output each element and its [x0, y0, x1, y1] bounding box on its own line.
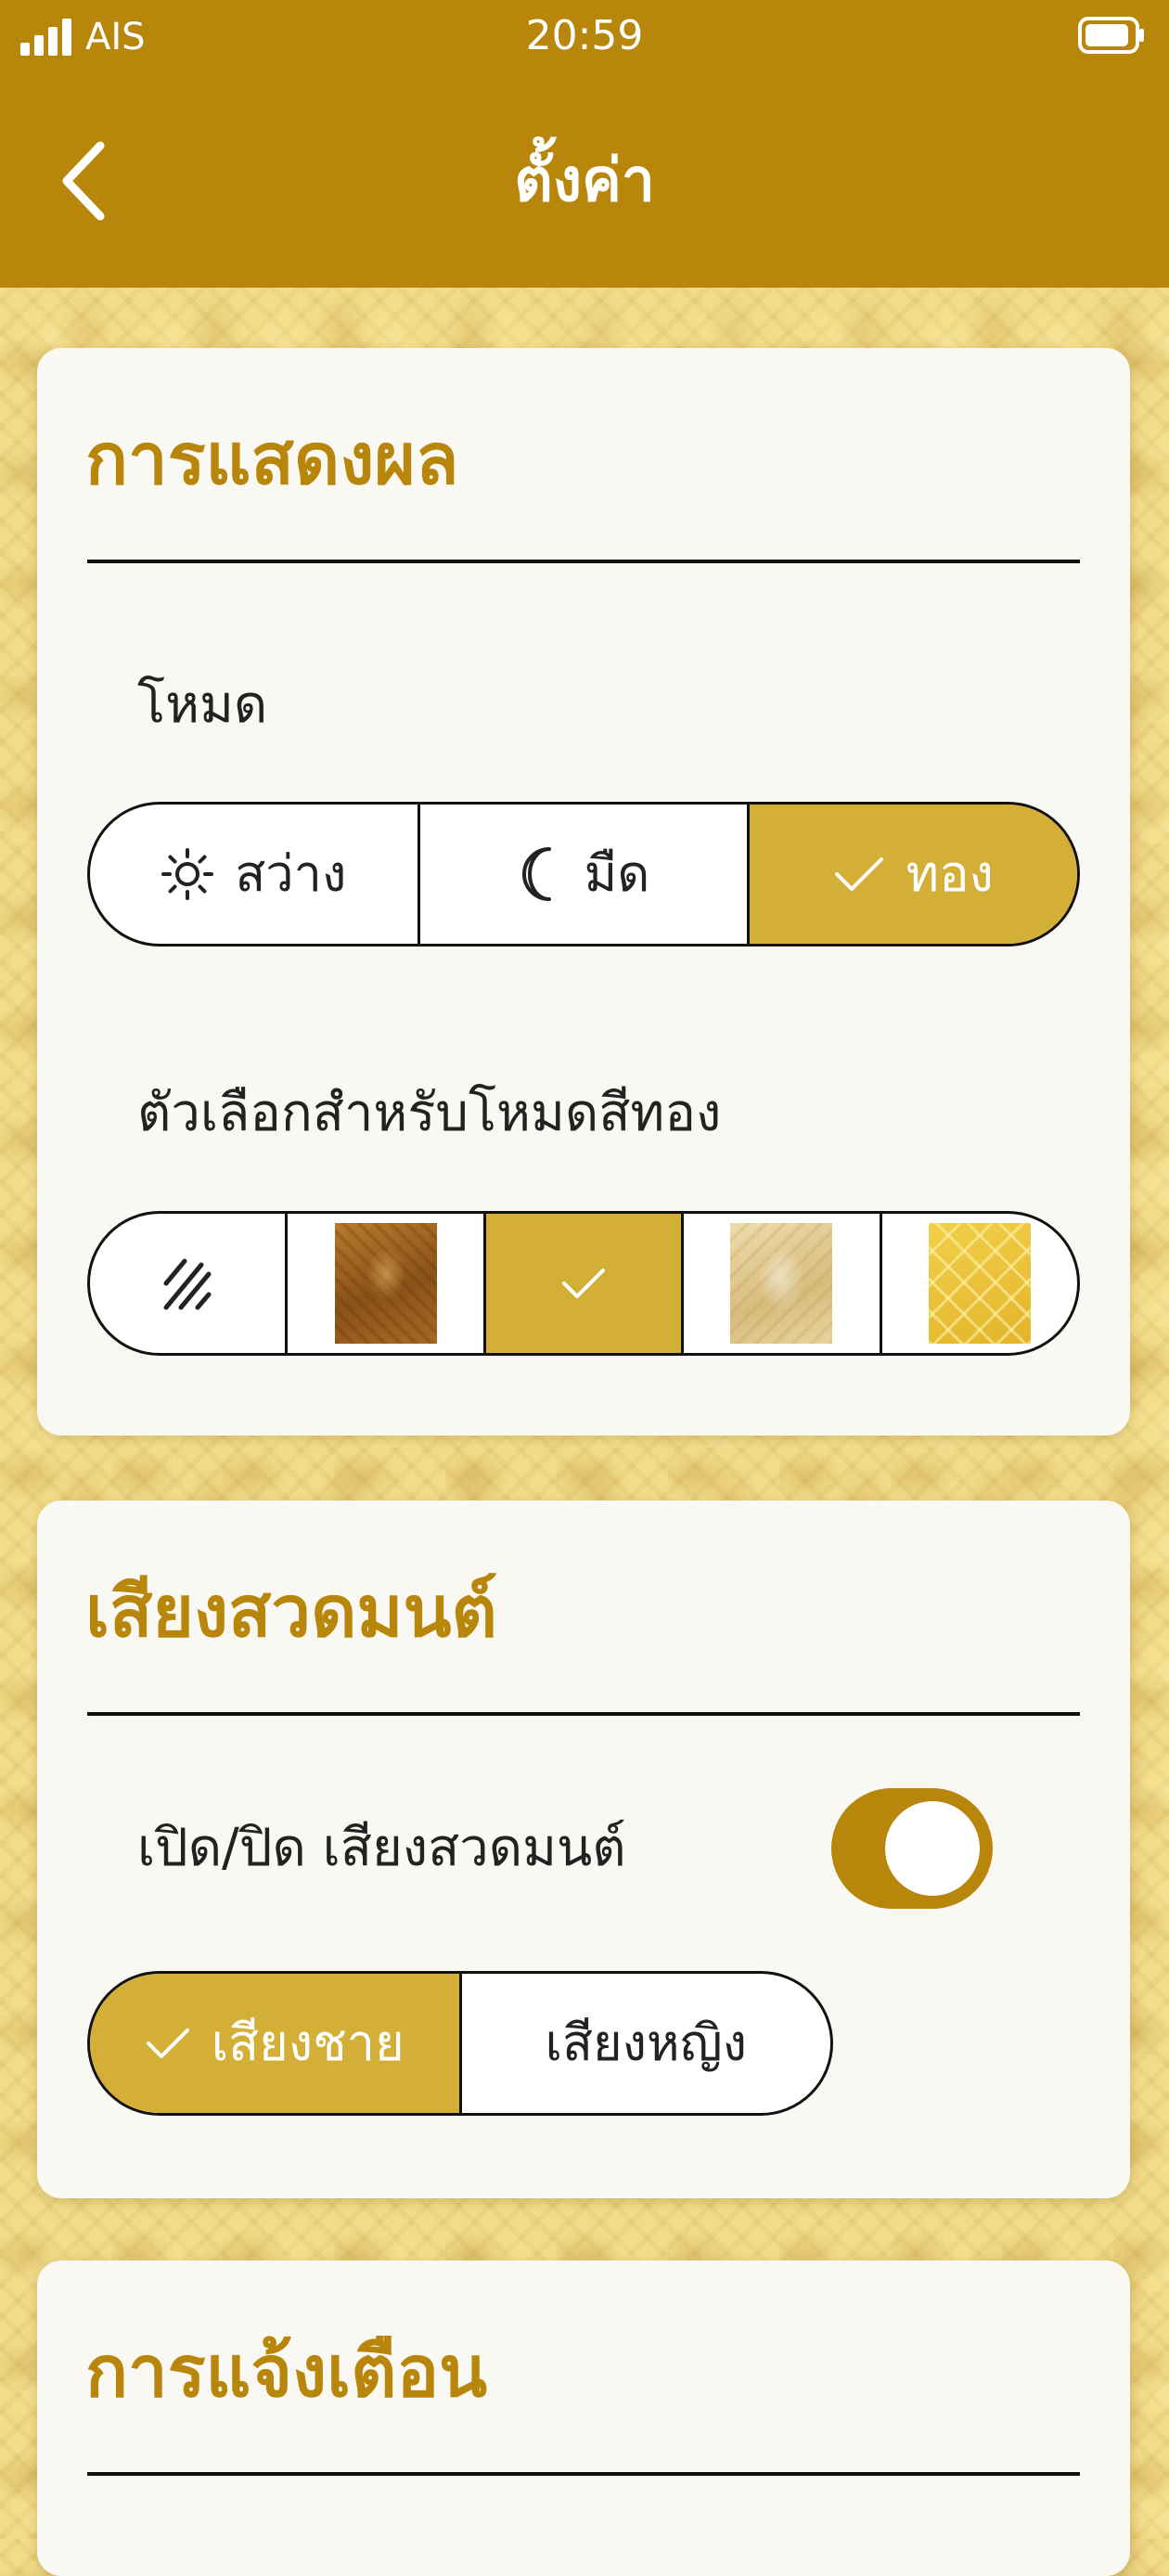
- gold-options-label: ตัวเลือกสำหรับโหมดสีทอง: [137, 1083, 722, 1143]
- bg-option-cream-ornate[interactable]: [681, 1214, 879, 1353]
- notification-settings-card: การแจ้งเตือน: [37, 2260, 1130, 2576]
- section-divider: [87, 560, 1080, 563]
- section-divider: [87, 1712, 1080, 1716]
- voice-male-label: เสียงชาย: [211, 2014, 405, 2072]
- battery-icon: [1078, 17, 1144, 54]
- mode-light-label: สว่าง: [235, 844, 347, 903]
- mode-dark-label: มืด: [584, 844, 650, 903]
- chant-toggle-label: เปิด/ปิด เสียงสวดมนต์: [137, 1818, 626, 1878]
- toggle-knob: [885, 1801, 980, 1896]
- check-icon: [833, 854, 885, 895]
- status-bar: AIS 20:59: [0, 0, 1169, 78]
- mode-dark-option[interactable]: มืด: [417, 805, 748, 944]
- bg-option-gold-diamond[interactable]: [879, 1214, 1077, 1353]
- app-header: AIS 20:59 ตั้งค่า: [0, 0, 1169, 288]
- section-divider: [87, 2472, 1080, 2476]
- display-section-title: การแสดงผล: [85, 418, 459, 500]
- no-pattern-icon: [162, 1256, 212, 1311]
- bg-option-plain-gold[interactable]: [482, 1214, 682, 1353]
- check-icon: [145, 2025, 191, 2062]
- voice-segmented-control: เสียงชาย เสียงหญิง: [87, 1971, 833, 2116]
- chant-settings-card: เสียงสวดมนต์ เปิด/ปิด เสียงสวดมนต์ เสียง…: [37, 1501, 1130, 2198]
- status-time: 20:59: [525, 12, 644, 59]
- moon-icon: [518, 845, 564, 903]
- mode-gold-label: ทอง: [906, 844, 994, 903]
- sun-icon: [161, 847, 214, 901]
- chant-section-title: เสียงสวดมนต์: [85, 1570, 497, 1653]
- notification-section-title: การแจ้งเตือน: [85, 2330, 488, 2413]
- mode-gold-option[interactable]: ทอง: [747, 805, 1077, 944]
- check-icon: [560, 1265, 607, 1302]
- chant-toggle-switch[interactable]: [831, 1788, 993, 1909]
- page-title: ตั้งค่า: [514, 147, 655, 215]
- cream-ornate-swatch: [730, 1223, 833, 1344]
- mode-segmented-control: สว่าง มืด ทอง: [87, 802, 1080, 947]
- voice-male-option[interactable]: เสียงชาย: [90, 1974, 459, 2113]
- voice-female-label: เสียงหญิง: [545, 2014, 747, 2072]
- brown-ornate-swatch: [334, 1223, 437, 1344]
- bg-option-brown-ornate[interactable]: [285, 1214, 482, 1353]
- mode-light-option[interactable]: สว่าง: [90, 805, 418, 944]
- mode-label: โหมด: [137, 675, 268, 735]
- gold-background-options: [87, 1211, 1080, 1356]
- voice-female-option[interactable]: เสียงหญิง: [458, 1974, 831, 2113]
- display-settings-card: การแสดงผล โหมด สว่าง มืด ทอง ตัวเลือกสำห…: [37, 348, 1130, 1436]
- bg-option-no-pattern[interactable]: [90, 1214, 285, 1353]
- gold-diamond-swatch: [928, 1223, 1031, 1344]
